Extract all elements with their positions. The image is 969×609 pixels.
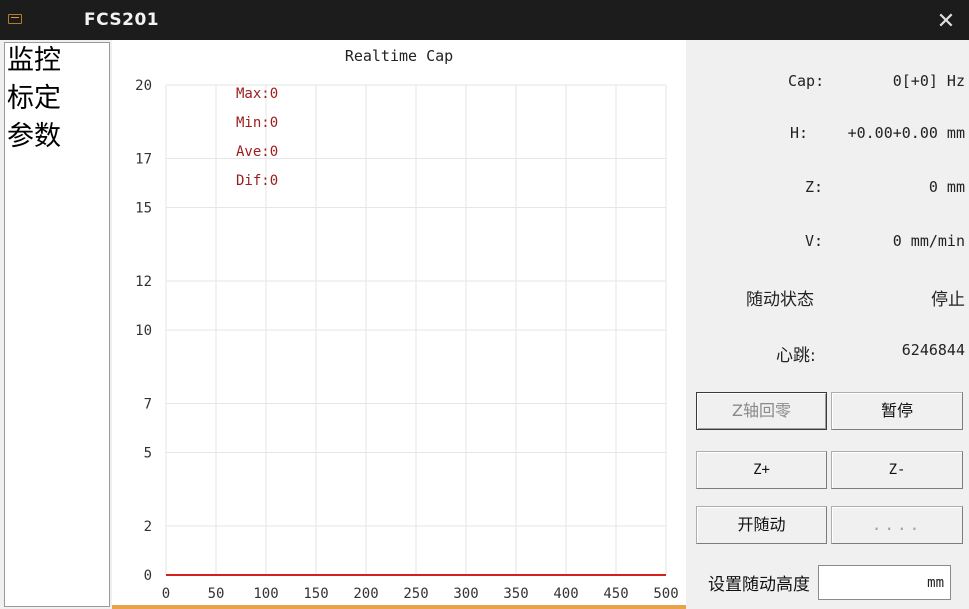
follow-height-unit: mm [927, 575, 944, 591]
readout-value: 0 mm [928, 178, 965, 196]
readout-label: H: [790, 124, 809, 142]
y-tick-label: 10 [135, 323, 152, 339]
y-tick-label: 7 [144, 397, 152, 413]
x-tick-label: 50 [208, 586, 225, 602]
y-tick-label: 5 [144, 446, 152, 462]
chart-canvas: 025710121517200 50 100 150 200 250 300 350 400 45… [135, 78, 679, 602]
readout-label: V: [805, 232, 824, 250]
x-tick-label: 300 [453, 586, 478, 602]
readout-label: Cap: [788, 72, 825, 90]
app-icon [8, 14, 22, 24]
readout-value: 0[+0] Hz [892, 72, 965, 90]
x-tick-label: 350 [503, 586, 528, 602]
x-tick-label: 400 [553, 586, 578, 602]
x-tick-label: 200 [353, 586, 378, 602]
follow-height-label: 设置随动高度 [708, 575, 810, 595]
x-tick-label: 450 [603, 586, 628, 602]
nav-item-params[interactable]: 参数 [5, 119, 109, 157]
pause-button[interactable]: 暂停 [831, 392, 963, 430]
y-tick-label: 2 [144, 519, 152, 535]
nav-item-calibrate[interactable]: 标定 [5, 81, 109, 119]
readout-label: Z: [805, 178, 824, 196]
stat-label: Dif:0 [236, 173, 278, 189]
realtime-cap-chart: Realtime Cap 0 2 5 7 10 12 15 17 20 0 50 100 150 200 2… [112, 40, 686, 609]
readout-value: 6246844 [901, 341, 965, 359]
z-minus-button[interactable]: Z- [831, 451, 963, 489]
readout-label: 心跳: [776, 346, 816, 366]
y-tick-label: 15 [135, 201, 152, 217]
y-tick-label: 17 [135, 152, 152, 168]
stat-label: Min:0 [236, 115, 278, 131]
window-title: FCS201 [84, 10, 160, 30]
readout-value: 0 mm/min [892, 232, 965, 250]
readout-follow-state: 随动状态 停止 [686, 281, 969, 310]
readout-label: 随动状态 [746, 290, 814, 310]
nav-item-monitor[interactable]: 监控 [5, 43, 109, 81]
stat-label: Ave:0 [236, 144, 278, 160]
x-tick-label: 250 [403, 586, 428, 602]
nav-list: 监控 标定 参数 [4, 42, 110, 607]
close-button[interactable]: ✕ [923, 4, 969, 40]
x-tick-label: 0 [162, 586, 170, 602]
client-area: 监控 标定 参数 Realtime Cap 0 2 5 7 10 12 15 17 20 0 50 1… [0, 40, 969, 609]
more-button[interactable]: .... [831, 506, 963, 544]
y-tick-label: 0 [144, 568, 152, 584]
readout-value: 停止 [931, 290, 965, 310]
x-tick-label: 500 [653, 586, 678, 602]
start-follow-button[interactable]: 开随动 [696, 506, 827, 544]
title-bar: FCS201 ✕ [0, 0, 969, 40]
chart-bottom-strip [112, 605, 686, 609]
readout-z: Z: 0 mm [686, 174, 969, 202]
readout-h: H: +0.00+0.00 mm [686, 120, 969, 148]
z-plus-button[interactable]: Z+ [696, 451, 827, 489]
x-tick-label: 150 [303, 586, 328, 602]
y-tick-label: 20 [135, 78, 152, 94]
x-tick-label: 100 [253, 586, 278, 602]
readout-v: V: 0 mm/min [686, 228, 969, 256]
z-home-button[interactable]: Z轴回零 [696, 392, 827, 430]
y-tick-label: 12 [135, 274, 152, 290]
readout-cap: Cap: 0[+0] Hz [686, 68, 969, 96]
readout-value: +0.00+0.00 mm [847, 124, 965, 142]
stat-label: Max:0 [236, 86, 278, 102]
readout-heartbeat: 心跳: 6246844 [686, 337, 969, 366]
follow-height-field[interactable]: mm [818, 565, 951, 600]
follow-height-input[interactable] [821, 568, 909, 597]
status-panel: Cap: 0[+0] Hz H: +0.00+0.00 mm Z: 0 mm V… [686, 40, 969, 609]
